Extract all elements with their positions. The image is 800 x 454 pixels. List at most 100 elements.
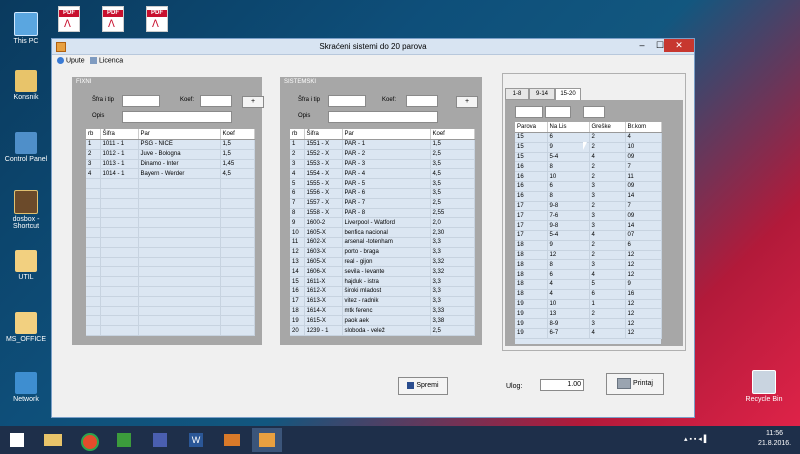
tab-1-8[interactable]: 1-8	[505, 88, 529, 100]
column-header-sifra[interactable]: Šifra	[100, 129, 139, 140]
table-row[interactable]: 19 1615-X paok aek 3,38	[290, 315, 475, 327]
table-row[interactable]: 15 6 2 4	[515, 132, 662, 143]
column-header-par[interactable]: Par	[138, 129, 221, 140]
filter-input-2[interactable]	[545, 106, 571, 118]
fixni-opis-input[interactable]	[122, 111, 232, 123]
filter-input-1[interactable]	[515, 106, 543, 118]
table-row[interactable]: 20 1239 - 1 sloboda - velež 2,5	[290, 325, 475, 336]
desktop-icon-control-panel[interactable]: Control Panel	[4, 132, 48, 163]
taskbar-chrome[interactable]	[74, 428, 104, 452]
print-button[interactable]: Printaj	[606, 373, 664, 395]
table-row[interactable]: 16 8 2 7	[515, 161, 662, 173]
minimize-button[interactable]: –	[632, 39, 652, 52]
table-row[interactable]: 18 4 6 16	[515, 289, 662, 300]
taskbar-explorer[interactable]	[38, 428, 68, 452]
tab-9-14[interactable]: 9-14	[529, 88, 555, 100]
table-row[interactable]: 12 1603-X porto - braga 3,3	[290, 247, 475, 258]
table-row[interactable]: 14 1606-X sevila - levante 3,32	[290, 266, 475, 278]
sistemski-koef-input[interactable]	[406, 95, 438, 107]
table-row[interactable]: 9 1600-2 Liverpool - Watford 2,0	[290, 217, 475, 229]
table-row[interactable]: 11 1602-X arsenal -totenham 3,3	[290, 237, 475, 248]
spremi-button[interactable]: Spremi	[398, 377, 448, 395]
taskbar-active-app[interactable]	[252, 428, 282, 452]
table-row[interactable]: 4 1554 - X PAR - 4 4,5	[290, 168, 475, 180]
table-row[interactable]: 1 1011 - 1 PSG - NICE 1,5	[86, 139, 255, 150]
table-row[interactable]: 18 4 5 9	[515, 279, 662, 290]
table-row[interactable]: 1 1551 - X PAR - 1 1,5	[290, 139, 475, 150]
table-row[interactable]: 19 6-7 4 12	[515, 328, 662, 339]
fixni-koef-input[interactable]	[200, 95, 232, 107]
column-header-greske[interactable]: Greške	[589, 122, 626, 133]
table-row[interactable]: 2 1552 - X PAR - 2 2,5	[290, 149, 475, 160]
table-row[interactable]: 16 10 2 11	[515, 171, 662, 182]
pdf-file-icon[interactable]: PDF ᐱ	[58, 6, 80, 32]
table-row[interactable]: 15 1611-X hajduk - istra 3,3	[290, 276, 475, 287]
desktop-icon-konsnik[interactable]: Konsnik	[4, 70, 48, 101]
table-row[interactable]: 18 8 3 12	[515, 259, 662, 271]
table-row[interactable]: 17 9-8 2 7	[515, 201, 662, 212]
table-row[interactable]: 16 6 3 09	[515, 181, 662, 192]
start-button[interactable]	[4, 428, 34, 452]
desktop-icon-ms-office[interactable]: MS_OFFICE	[4, 312, 48, 343]
system-tray-icons[interactable]: ▴ ▪ ▪ ◂ ▌	[684, 435, 709, 443]
column-header-par[interactable]: Par	[342, 129, 431, 140]
table-row[interactable]: 3 1013 - 1 Dinamo - Inter 1,45	[86, 159, 255, 170]
sistemski-opis-input[interactable]	[328, 111, 438, 123]
table-row[interactable]: 7 1557 - X PAR - 7 2,5	[290, 198, 475, 209]
filter-input-3[interactable]	[583, 106, 605, 118]
tab-15-20[interactable]: 15-20	[555, 88, 581, 100]
column-header-koef[interactable]: Koef	[220, 129, 255, 140]
table-row[interactable]: 16 1612-X široki mladost 3,3	[290, 286, 475, 297]
table-row[interactable]: 2 1012 - 1 Juve - Bologna 1,5	[86, 149, 255, 160]
table-row[interactable]: 5 1555 - X PAR - 5 3,5	[290, 178, 475, 189]
desktop-icon-this-pc[interactable]: This PC	[4, 12, 48, 45]
table-row[interactable]: 18 12 2 12	[515, 250, 662, 261]
table-row[interactable]: 17 7-6 3 09	[515, 210, 662, 222]
desktop-icon-dosbox[interactable]: dosbox - Shortcut	[4, 190, 48, 230]
column-header-sifra[interactable]: Šifra	[304, 129, 343, 140]
column-header-br-kom[interactable]: Br.kom	[625, 122, 662, 133]
table-row[interactable]: 18 9 2 6	[515, 240, 662, 251]
taskbar-save-app[interactable]	[146, 428, 176, 452]
menu-licenca[interactable]: Licenca	[90, 57, 123, 64]
table-row[interactable]: 15 5-4 4 09	[515, 152, 662, 163]
taskbar-app[interactable]	[218, 428, 248, 452]
fixni-sifra-input[interactable]	[122, 95, 160, 107]
table-row[interactable]: 17 9-8 3 14	[515, 220, 662, 231]
ulog-input[interactable]: 1.00	[540, 379, 584, 391]
table-row[interactable]: 13 1605-X real - gijon 3,32	[290, 257, 475, 268]
table-row[interactable]: 6 1556 - X PAR - 6 3,5	[290, 188, 475, 199]
column-header-na-lis[interactable]: Na Lis	[547, 122, 590, 133]
clock-time[interactable]: 11:56	[766, 430, 783, 437]
taskbar-word[interactable]: W	[182, 428, 212, 452]
pdf-file-icon[interactable]: PDF ᐱ	[146, 6, 168, 32]
column-header-rb[interactable]: rb	[86, 129, 101, 140]
table-row[interactable]: 10 1605-X benfica nacional 2,30	[290, 227, 475, 238]
desktop-icon-recycle-bin[interactable]: Recycle Bin	[742, 370, 786, 403]
table-row[interactable]: 17 1613-X vitez - radnik 3,3	[290, 296, 475, 307]
menu-upute[interactable]: Upute	[57, 57, 85, 64]
table-row[interactable]: 18 6 4 12	[515, 269, 662, 280]
pdf-file-icon[interactable]: PDF ᐱ	[102, 6, 124, 32]
close-button[interactable]: ✕	[664, 39, 694, 52]
table-row[interactable]: 3 1553 - X PAR - 3 3,5	[290, 159, 475, 170]
table-row[interactable]: 19 13 2 12	[515, 308, 662, 320]
desktop-icon-network[interactable]: Network	[4, 372, 48, 403]
table-row[interactable]: 19 8-9 3 12	[515, 318, 662, 329]
column-header-rb[interactable]: rb	[290, 129, 305, 140]
taskbar-store[interactable]	[110, 428, 140, 452]
table-row[interactable]: 19 10 1 12	[515, 299, 662, 310]
table-row[interactable]: 4 1014 - 1 Bayern - Werder 4,5	[86, 168, 255, 180]
title-bar[interactable]: Skraćeni sistemi do 20 parova – ☐ ✕	[52, 39, 694, 55]
column-header-parova[interactable]: Parova	[515, 122, 548, 133]
sistemski-sifra-input[interactable]	[328, 95, 366, 107]
table-row[interactable]: 18 1614-X mtk ferenc 3,33	[290, 306, 475, 317]
table-row[interactable]: 8 1558 - X PAR - 8 2,55	[290, 208, 475, 219]
clock-date[interactable]: 21.8.2016.	[758, 440, 791, 447]
desktop-icon-util[interactable]: UTIL	[4, 250, 48, 281]
column-header-koef[interactable]: Koef	[430, 129, 475, 140]
fixni-add-button[interactable]: +	[242, 96, 264, 108]
sistemski-add-button[interactable]: +	[456, 96, 478, 108]
table-row[interactable]: 16 8 3 14	[515, 191, 662, 202]
table-row[interactable]: 17 5-4 4 07	[515, 230, 662, 241]
